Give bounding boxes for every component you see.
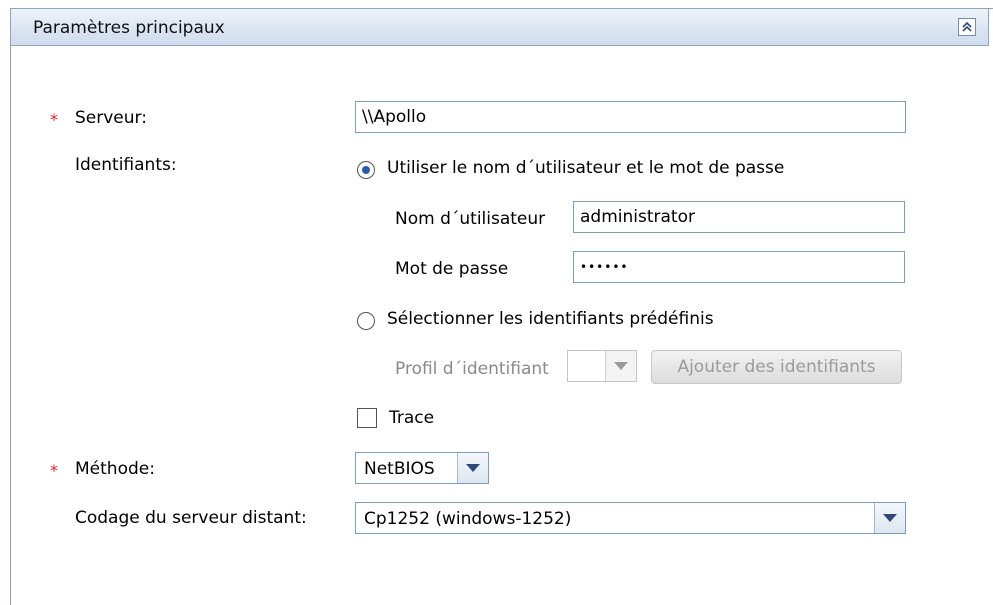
chevron-down-icon[interactable] [457, 453, 488, 483]
radio-user-pass[interactable] [357, 161, 375, 179]
encoding-select-value: Cp1252 (windows-1252) [364, 509, 572, 529]
radio-predefined[interactable] [357, 312, 375, 330]
username-label: Nom d´utilisateur [395, 209, 546, 229]
password-input[interactable] [573, 251, 905, 283]
radio-user-pass-label[interactable]: Utiliser le nom d´utilisateur et le mot … [387, 158, 784, 178]
required-marker: * [50, 110, 58, 129]
method-select-value: NetBIOS [364, 459, 435, 479]
encoding-select[interactable]: Cp1252 (windows-1252) [355, 502, 906, 534]
radio-predefined-label[interactable]: Sélectionner les identifiants prédéfinis [387, 309, 714, 329]
panel-title: Paramètres principaux [33, 18, 225, 38]
credentials-label: Identifiants: [75, 155, 177, 175]
add-credentials-button[interactable]: Ajouter des identifiants [651, 350, 902, 384]
profile-label: Profil d´identifiant [395, 359, 549, 379]
trace-checkbox[interactable] [357, 408, 377, 428]
encoding-label: Codage du serveur distant: [75, 508, 307, 528]
method-select[interactable]: NetBIOS [355, 452, 489, 484]
required-marker: * [50, 461, 58, 480]
panel-header: Paramètres principaux [10, 8, 989, 46]
profile-select[interactable] [567, 350, 637, 382]
password-label: Mot de passe [395, 259, 509, 279]
trace-label[interactable]: Trace [389, 408, 434, 428]
collapse-button[interactable] [958, 18, 976, 36]
server-input[interactable] [355, 101, 906, 133]
username-input[interactable] [573, 201, 905, 233]
double-chevron-up-icon [962, 21, 972, 32]
method-label: Méthode: [75, 459, 155, 479]
server-label: Serveur: [75, 108, 147, 128]
chevron-down-icon[interactable] [874, 503, 905, 533]
chevron-down-icon[interactable] [605, 351, 636, 381]
